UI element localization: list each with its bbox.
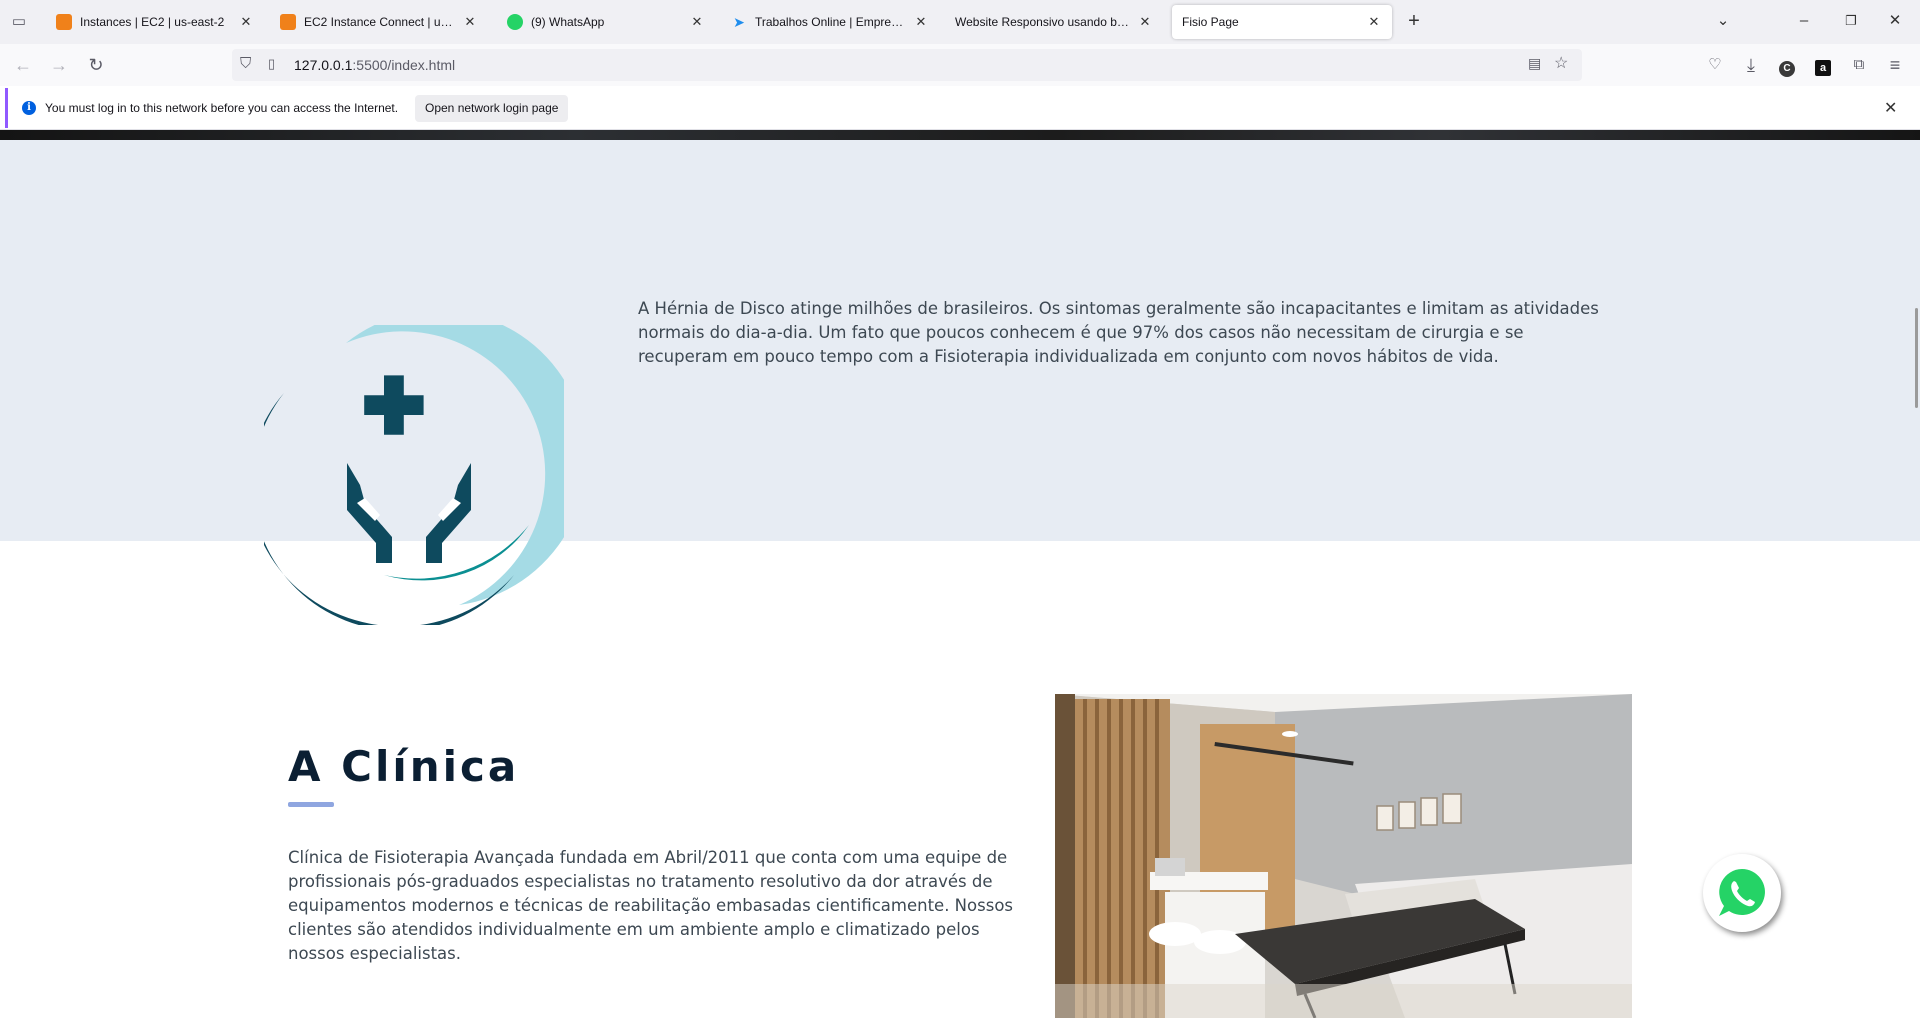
pocket-icon[interactable]: ♡ bbox=[1704, 54, 1726, 76]
laptop bbox=[1155, 858, 1185, 876]
shield-icon[interactable]: ⛉ bbox=[240, 55, 251, 72]
navigation-toolbar: ← → ↻ ⛉ ▯ 127.0.0.1:5500/index.html ▤ ☆ … bbox=[0, 44, 1920, 86]
tab-title: Trabalhos Online | Empregos de bbox=[755, 15, 907, 29]
open-network-login-button[interactable]: Open network login page bbox=[415, 95, 569, 122]
tab-trabalhos-online[interactable]: ➤ Trabalhos Online | Empregos de ✕ bbox=[721, 5, 939, 39]
whatsapp-icon bbox=[1719, 869, 1765, 916]
tab-ec2-instance-connect[interactable]: EC2 Instance Connect | us-east-2 ✕ bbox=[270, 5, 488, 39]
restore-icon[interactable]: ❐ bbox=[1840, 10, 1862, 32]
tab-title: Website Responsivo usando bootstrap bbox=[955, 15, 1131, 29]
chevron-down-icon[interactable]: ⌄ bbox=[1712, 10, 1734, 32]
whatsapp-tab-icon bbox=[507, 14, 523, 30]
tab-whatsapp[interactable]: (9) WhatsApp ✕ bbox=[497, 5, 715, 39]
close-tab-icon[interactable]: ✕ bbox=[913, 14, 929, 30]
page-icon[interactable]: ▯ bbox=[268, 56, 275, 72]
close-tab-icon[interactable]: ✕ bbox=[1137, 14, 1153, 30]
reader-view-icon[interactable]: ▤ bbox=[1528, 55, 1541, 72]
ceiling-light bbox=[1282, 731, 1298, 737]
forward-icon[interactable]: → bbox=[48, 54, 70, 76]
page-viewport: A Hérnia de Disco atinge milhões de bras… bbox=[0, 130, 1920, 1032]
tab-instances-ec2[interactable]: Instances | EC2 | us-east-2 ✕ bbox=[46, 5, 264, 39]
whatsapp-floating-button[interactable] bbox=[1703, 854, 1781, 932]
menu-icon[interactable]: ≡ bbox=[1884, 54, 1906, 76]
extensions-icon[interactable]: ⧉ bbox=[1848, 54, 1870, 76]
address-bar[interactable]: ⛉ ▯ 127.0.0.1:5500/index.html ▤ ☆ bbox=[232, 49, 1582, 81]
hero-image-bottom-edge bbox=[0, 130, 1920, 140]
close-window-icon[interactable]: ✕ bbox=[1884, 10, 1906, 32]
tab-website-responsivo[interactable]: Website Responsivo usando bootstrap ✕ bbox=[945, 5, 1163, 39]
tab-list-icon[interactable]: ▭ bbox=[8, 11, 30, 33]
url-path: :5500/index.html bbox=[352, 57, 456, 73]
chair-1 bbox=[1149, 922, 1201, 946]
close-tab-icon[interactable]: ✕ bbox=[238, 14, 254, 30]
back-icon[interactable]: ← bbox=[12, 54, 34, 76]
clinic-description: Clínica de Fisioterapia Avançada fundada… bbox=[288, 848, 1014, 963]
notification-accent bbox=[5, 88, 8, 128]
new-tab-icon[interactable]: + bbox=[1403, 10, 1425, 32]
bookmark-star-icon[interactable]: ☆ bbox=[1554, 53, 1568, 73]
scrollbar-thumb[interactable] bbox=[1915, 308, 1918, 408]
url-text[interactable]: 127.0.0.1:5500/index.html bbox=[294, 57, 455, 73]
mirror-frame bbox=[1055, 694, 1075, 1018]
account-icon[interactable]: C bbox=[1776, 54, 1798, 77]
tab-title: Fisio Page bbox=[1182, 15, 1239, 29]
clinic-heading: A Clínica bbox=[288, 742, 520, 791]
clinic-logo bbox=[264, 325, 564, 625]
network-login-notification: i You must log in to this network before… bbox=[0, 86, 1920, 130]
minimize-icon[interactable]: – bbox=[1793, 10, 1815, 32]
tab-title: Instances | EC2 | us-east-2 bbox=[80, 15, 225, 29]
url-host: 127.0.0.1 bbox=[294, 57, 353, 73]
heading-underline bbox=[288, 802, 334, 807]
tab-title: (9) WhatsApp bbox=[531, 15, 605, 29]
aws-icon bbox=[56, 14, 72, 30]
notification-message: You must log in to this network before y… bbox=[45, 101, 399, 115]
clinic-room-photo bbox=[1055, 694, 1632, 1018]
tab-title: EC2 Instance Connect | us-east-2 bbox=[304, 15, 456, 29]
close-tab-icon[interactable]: ✕ bbox=[1366, 14, 1382, 30]
aws-icon bbox=[280, 14, 296, 30]
amazon-extension-icon[interactable]: a bbox=[1812, 54, 1834, 76]
workana-icon: ➤ bbox=[733, 14, 745, 30]
tab-bar: ▭ Instances | EC2 | us-east-2 ✕ EC2 Inst… bbox=[0, 0, 1920, 44]
info-icon: i bbox=[22, 101, 36, 115]
hernia-section: A Hérnia de Disco atinge milhões de bras… bbox=[0, 140, 1920, 625]
tab-fisio-page[interactable]: Fisio Page ✕ bbox=[1172, 5, 1392, 39]
floor bbox=[1055, 984, 1632, 1018]
reload-icon[interactable]: ↻ bbox=[85, 54, 107, 76]
close-tab-icon[interactable]: ✕ bbox=[689, 14, 705, 30]
download-icon[interactable]: ⤓ bbox=[1740, 54, 1762, 76]
medical-cross-icon bbox=[364, 375, 424, 435]
hernia-description: A Hérnia de Disco atinge milhões de bras… bbox=[638, 299, 1599, 366]
close-tab-icon[interactable]: ✕ bbox=[462, 14, 478, 30]
close-notification-icon[interactable]: ✕ bbox=[1884, 98, 1897, 118]
